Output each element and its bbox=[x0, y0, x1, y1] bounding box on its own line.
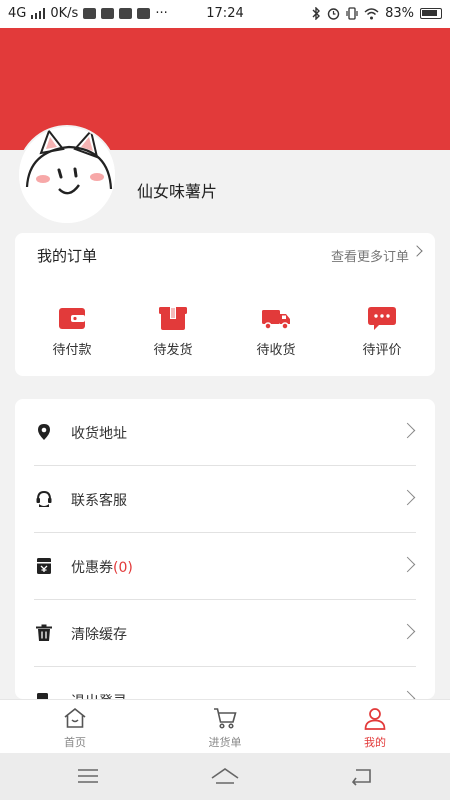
menu-item-shipping-address[interactable]: 收货地址 bbox=[15, 399, 435, 466]
tab-mine-label: 我的 bbox=[364, 736, 386, 749]
home-nav-icon[interactable] bbox=[210, 766, 240, 786]
headset-icon bbox=[36, 490, 52, 507]
order-pending-shipment-label: 待发货 bbox=[153, 343, 193, 358]
coupon-icon bbox=[37, 558, 51, 574]
chat-icon bbox=[368, 307, 396, 330]
cat-avatar-image bbox=[19, 127, 115, 223]
tab-purchase-order[interactable]: 进货单 bbox=[185, 706, 265, 750]
menu-item-label: 退出登录 bbox=[71, 691, 127, 699]
order-pending-payment[interactable]: 待付款 bbox=[32, 305, 112, 358]
order-pending-review-label: 待评价 bbox=[362, 343, 402, 358]
home-icon bbox=[64, 707, 86, 728]
menu-icon[interactable] bbox=[77, 766, 99, 786]
chevron-right-icon bbox=[399, 690, 416, 699]
tab-mine[interactable]: 我的 bbox=[335, 706, 415, 750]
back-icon[interactable] bbox=[350, 766, 374, 786]
wallet-icon bbox=[59, 308, 85, 329]
avatar[interactable] bbox=[17, 125, 117, 225]
order-pending-receipt[interactable]: 待收货 bbox=[236, 305, 316, 358]
alarm-icon bbox=[327, 8, 340, 20]
chevron-right-icon bbox=[399, 623, 416, 640]
view-more-orders-link[interactable]: 查看更多订单 bbox=[331, 246, 409, 265]
orders-title: 我的订单 bbox=[37, 247, 98, 265]
status-bar: 4G 0K/s ··· 17:24 83% bbox=[0, 0, 450, 28]
menu-item-coupons[interactable]: 优惠券(0) bbox=[15, 533, 435, 600]
order-pending-receipt-label: 待收货 bbox=[256, 343, 296, 358]
tab-purchase-order-label: 进货单 bbox=[208, 736, 242, 749]
system-nav-bar bbox=[0, 753, 450, 800]
cart-icon bbox=[214, 708, 237, 729]
status-right: 83% bbox=[312, 6, 442, 21]
chevron-right-icon[interactable] bbox=[411, 245, 423, 257]
location-pin-icon bbox=[38, 424, 50, 440]
truck-icon bbox=[262, 310, 290, 330]
menu-item-clear-cache[interactable]: 清除缓存 bbox=[15, 600, 435, 667]
user-icon bbox=[364, 708, 386, 730]
logout-icon bbox=[37, 693, 53, 699]
order-pending-payment-label: 待付款 bbox=[52, 343, 92, 358]
coupon-count: (0) bbox=[113, 560, 133, 576]
menu-item-customer-service[interactable]: 联系客服 bbox=[15, 466, 435, 533]
vibrate-icon bbox=[346, 7, 358, 20]
chevron-right-icon bbox=[399, 556, 416, 573]
menu-item-logout[interactable]: 退出登录 bbox=[15, 667, 435, 699]
coupon-label: 优惠券 bbox=[71, 560, 113, 576]
bottom-tab-bar: 首页 进货单 我的 bbox=[0, 699, 450, 753]
orders-card: 我的订单 查看更多订单 待付款 待发货 待收货 待评价 bbox=[15, 233, 435, 376]
menu-item-label: 优惠券(0) bbox=[71, 557, 133, 577]
tab-home[interactable]: 首页 bbox=[35, 706, 115, 750]
chevron-right-icon bbox=[399, 422, 416, 439]
battery-icon bbox=[420, 8, 442, 19]
order-pending-shipment[interactable]: 待发货 bbox=[133, 305, 213, 358]
menu-item-label: 收货地址 bbox=[71, 426, 127, 442]
wifi-icon bbox=[364, 7, 379, 19]
menu-item-label: 清除缓存 bbox=[71, 627, 127, 643]
tab-home-label: 首页 bbox=[64, 736, 86, 749]
chevron-right-icon bbox=[399, 489, 416, 506]
trash-icon bbox=[36, 624, 52, 641]
package-icon bbox=[159, 307, 187, 330]
menu-item-label: 联系客服 bbox=[71, 493, 127, 509]
order-pending-review[interactable]: 待评价 bbox=[342, 305, 422, 358]
user-nickname: 仙女味薯片 bbox=[137, 182, 218, 201]
battery-percent: 83% bbox=[385, 6, 414, 21]
settings-menu: 收货地址 联系客服 优惠券(0) 清除缓存 bbox=[15, 399, 435, 699]
bluetooth-icon bbox=[312, 7, 321, 20]
